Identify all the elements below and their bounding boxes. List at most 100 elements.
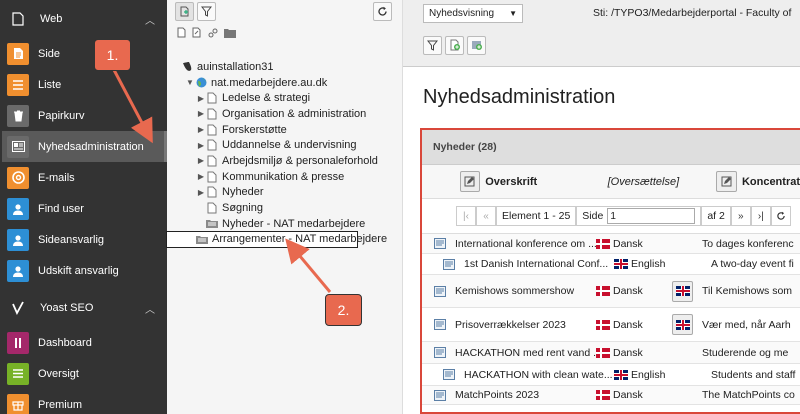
reload-button[interactable]	[770, 206, 791, 226]
news-title[interactable]: MatchPoints 2023	[455, 389, 596, 401]
module-item-sideansvarlig[interactable]: Sideansvarlig	[0, 224, 167, 255]
globe-icon	[195, 76, 207, 89]
module-item-side[interactable]: Side	[0, 38, 167, 69]
refresh-button[interactable]	[373, 2, 392, 21]
news-record-icon[interactable]	[433, 389, 447, 402]
chevron-up-icon[interactable]: ︿	[145, 12, 167, 27]
page-input[interactable]: 1	[607, 208, 696, 224]
tree-page-label: Uddannelse & undervisning	[222, 139, 357, 152]
module-menu: Web ︿ Side Liste Papirkurv Nyhedsadministra…	[0, 0, 167, 414]
page-icon	[10, 11, 26, 27]
news-record-icon[interactable]	[433, 285, 447, 298]
prev-page-button[interactable]: «	[476, 206, 496, 226]
news-record-icon[interactable]	[442, 368, 456, 381]
table-row[interactable]: 1st Danish International Conf... English A…	[422, 254, 800, 275]
page-total: af 2	[701, 206, 731, 226]
page-doktype-icon[interactable]	[177, 27, 186, 41]
table-row[interactable]: Kemishows sommershow Dansk Til Kemishows s…	[422, 275, 800, 308]
translate-en-button[interactable]	[672, 280, 693, 302]
edit-column-button[interactable]	[459, 171, 481, 192]
edit-column-button[interactable]	[716, 171, 737, 192]
tree-page[interactable]: Arrangementer - NAT medarbejdere	[166, 230, 387, 249]
table-row[interactable]: Prisoverrækkelser 2023 Dansk Vær med, når …	[422, 308, 800, 342]
language-cell: Dansk	[596, 347, 672, 359]
table-row[interactable]: MatchPoints 2023 Dansk The MatchPoints co	[422, 386, 800, 405]
module-group-web[interactable]: Web ︿	[0, 0, 167, 38]
tree-page[interactable]: ▶ Arbejdsmiljø & personaleforhold	[167, 153, 402, 169]
module-group-yoast[interactable]: Yoast SEO ︿	[0, 289, 167, 327]
news-title[interactable]: HACKATHON with clean wate...	[464, 369, 614, 381]
folder-doktype-icon[interactable]	[224, 28, 236, 41]
news-record-icon[interactable]	[433, 318, 447, 331]
module-item-liste[interactable]: Liste	[0, 69, 167, 100]
module-item-find-user[interactable]: Find user	[0, 193, 167, 224]
new-record-button[interactable]	[445, 35, 464, 55]
next-page-button[interactable]: »	[730, 206, 751, 226]
news-title[interactable]: 1st Danish International Conf...	[464, 258, 614, 270]
new-page-icon	[180, 6, 189, 17]
translate-en-button[interactable]	[672, 314, 693, 335]
module-item-oversigt[interactable]: Oversigt	[0, 358, 167, 389]
tree-page[interactable]: ▶ Uddannelse & undervisning	[167, 137, 402, 153]
caret-right-icon[interactable]: ▶	[196, 188, 206, 197]
news-record-icon[interactable]	[433, 346, 447, 359]
column-concentrate[interactable]: Koncentrat	[742, 176, 800, 188]
module-item-premium[interactable]: Premium	[0, 389, 167, 414]
module-item-label: Find user	[38, 202, 84, 215]
tree-page[interactable]: ▶ Kommunikation & presse	[167, 169, 402, 185]
page-icon	[206, 123, 218, 136]
flag-dk-icon	[596, 347, 610, 358]
column-headline[interactable]: Overskrift	[485, 176, 607, 188]
caret-right-icon[interactable]: ▶	[196, 172, 206, 181]
tree-page[interactable]: Søgning	[167, 200, 402, 216]
table-row[interactable]: HACKATHON with clean wate... English Stude…	[422, 364, 800, 386]
tree-page[interactable]: Nyheder - NAT medarbejdere	[167, 216, 402, 232]
sysfolder-icon	[196, 233, 208, 246]
flag-dk-icon	[596, 390, 610, 400]
new-page-button[interactable]	[175, 2, 194, 21]
tree-root[interactable]: auinstallation31	[167, 59, 402, 75]
table-row[interactable]: HACKATHON med rent vand ... Dansk Studeren…	[422, 342, 800, 364]
first-page-button[interactable]: |‹	[456, 206, 476, 226]
new-news-button[interactable]	[467, 35, 486, 55]
shortcut-doktype-icon[interactable]	[192, 27, 202, 41]
tree-page[interactable]: ▶ Ledelse & strategi	[167, 90, 402, 106]
language-label: Dansk	[613, 318, 643, 331]
tree-page[interactable]: ▶ Organisation & administration	[167, 106, 402, 122]
tree-page[interactable]: ▶ Nyheder	[167, 185, 402, 201]
module-item-dashboard[interactable]: Dashboard	[0, 327, 167, 358]
typo3-icon	[181, 60, 193, 73]
caret-down-icon[interactable]: ▼	[185, 78, 195, 87]
page-tree: auinstallation31 ▼ nat.medarbejdere.au.d…	[166, 45, 402, 249]
tree-site[interactable]: ▼ nat.medarbejdere.au.dk	[167, 75, 402, 91]
filter-button[interactable]	[197, 2, 216, 21]
news-title[interactable]: Prisoverrækkelser 2023	[455, 319, 596, 331]
caret-right-icon[interactable]: ▶	[196, 94, 206, 103]
last-page-button[interactable]: ›|	[750, 206, 771, 226]
caret-right-icon[interactable]: ▶	[196, 141, 206, 150]
news-title[interactable]: HACKATHON med rent vand ...	[455, 347, 596, 359]
flag-uk-icon	[614, 259, 628, 269]
new-record-icon	[450, 39, 460, 51]
news-record-icon[interactable]	[442, 258, 456, 271]
link-doktype-icon[interactable]	[208, 28, 218, 41]
view-select[interactable]: Nyhedsvisning ▼	[423, 3, 523, 23]
news-title[interactable]: Kemishows sommershow	[455, 285, 596, 297]
module-item-nyhedsadministration[interactable]: Nyhedsadministration	[2, 131, 167, 162]
caret-right-icon[interactable]: ▶	[196, 125, 206, 134]
module-item-e-mails[interactable]: E-mails	[0, 162, 167, 193]
module-item-udskift-ansvarlig[interactable]: Udskift ansvarlig	[0, 255, 167, 286]
caret-right-icon[interactable]: ▶	[196, 156, 206, 165]
filter-button[interactable]	[423, 35, 442, 55]
module-item-papirkurv[interactable]: Papirkurv	[0, 100, 167, 131]
news-record-icon[interactable]	[433, 237, 447, 250]
yoast-icon	[10, 300, 26, 316]
news-teaser: Til Kemishows som	[702, 285, 793, 297]
tree-root-label: auinstallation31	[197, 60, 274, 73]
table-row[interactable]: International konference om ... Dansk To d…	[422, 234, 800, 254]
news-title[interactable]: International konference om ...	[455, 238, 596, 250]
tree-page[interactable]: ▶ Forskerstøtte	[167, 122, 402, 138]
email-icon	[7, 166, 29, 189]
chevron-up-icon[interactable]: ︿	[145, 301, 167, 316]
caret-right-icon[interactable]: ▶	[196, 109, 206, 118]
